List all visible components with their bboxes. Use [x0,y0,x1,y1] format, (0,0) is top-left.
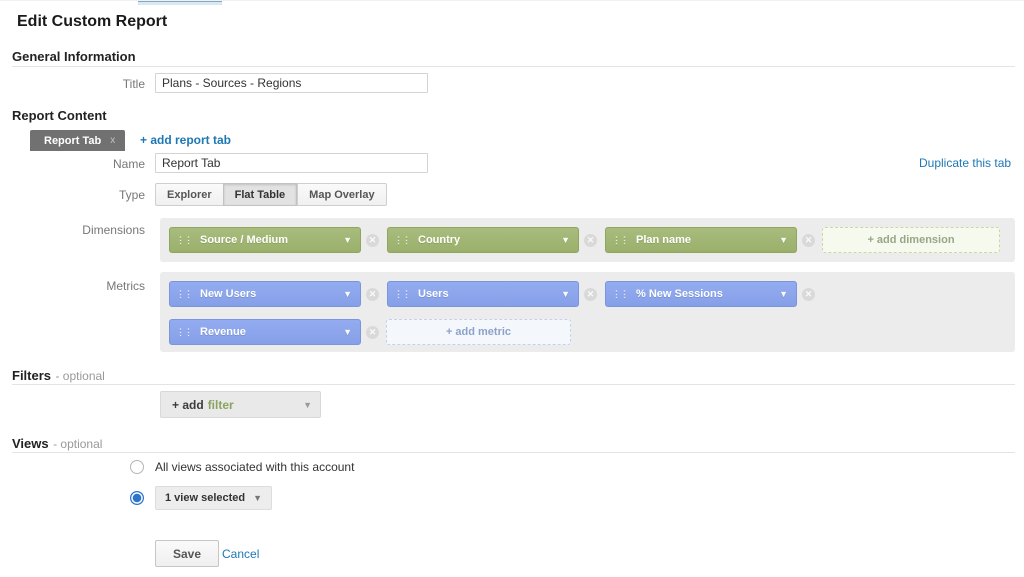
type-option-explorer[interactable]: Explorer [155,183,223,206]
tab-report-tab[interactable]: Report Tab x [30,130,125,151]
drag-handle-icon[interactable]: ⋮⋮ [394,290,410,299]
chevron-down-icon[interactable]: ▼ [343,235,352,245]
add-filter-button[interactable]: + add filter ▼ [160,391,321,418]
chevron-down-icon: ▼ [253,493,262,503]
chip-label: Source / Medium [200,234,337,246]
radio-selected-views[interactable] [130,491,144,505]
title-input[interactable] [155,73,428,93]
chip-label: Plan name [636,234,773,246]
metric-chip-new-users[interactable]: ⋮⋮ New Users ▼ [169,281,361,307]
top-divider [0,0,1024,1]
filters-heading: Filters [12,368,51,383]
remove-icon[interactable]: ✕ [366,326,379,339]
views-option-selected-row [130,491,144,505]
add-report-tab-link[interactable]: + add report tab [140,133,231,147]
chevron-down-icon[interactable]: ▼ [343,289,352,299]
remove-icon[interactable]: ✕ [584,234,597,247]
drag-handle-icon[interactable]: ⋮⋮ [612,236,628,245]
add-filter-word: filter [208,398,234,412]
type-label: Type [0,188,145,202]
chevron-down-icon[interactable]: ▼ [561,235,570,245]
views-heading: Views [12,436,49,451]
chevron-down-icon[interactable]: ▼ [779,289,788,299]
dimension-chip-country[interactable]: ⋮⋮ Country ▼ [387,227,579,253]
dimensions-tray: ⋮⋮ Source / Medium ▼ ✕ ⋮⋮ Country ▼ ✕ ⋮⋮… [160,218,1015,262]
name-input[interactable] [155,153,428,173]
general-information-heading: General Information [12,49,136,64]
dimension-chip-plan-name[interactable]: ⋮⋮ Plan name ▼ [605,227,797,253]
filters-optional-label: - optional [55,369,104,383]
drag-handle-icon[interactable]: ⋮⋮ [394,236,410,245]
section-divider [12,66,1015,67]
title-label: Title [0,77,145,91]
metrics-label: Metrics [0,279,145,293]
remove-icon[interactable]: ✕ [366,234,379,247]
section-divider [12,452,1015,453]
duplicate-tab-link[interactable]: Duplicate this tab [919,156,1011,170]
remove-icon[interactable]: ✕ [584,288,597,301]
views-heading-row: Views - optional [12,435,102,453]
chip-label: Users [418,288,555,300]
chevron-down-icon: ▼ [303,400,312,410]
add-dimension-button[interactable]: + add dimension [822,227,1000,253]
dimension-chip-source-medium[interactable]: ⋮⋮ Source / Medium ▼ [169,227,361,253]
views-option-all-label: All views associated with this account [155,460,354,474]
metric-chip-revenue[interactable]: ⋮⋮ Revenue ▼ [169,319,361,345]
views-select-button[interactable]: 1 view selected ▼ [155,486,272,510]
chevron-down-icon[interactable]: ▼ [779,235,788,245]
drag-handle-icon[interactable]: ⋮⋮ [176,236,192,245]
views-option-all-row: All views associated with this account [130,460,354,474]
page-title: Edit Custom Report [17,13,167,31]
close-icon[interactable]: x [110,135,115,146]
add-filter-prefix: + add [172,398,204,412]
radio-all-views[interactable] [130,460,144,474]
chip-label: Revenue [200,326,337,338]
metrics-tray: ⋮⋮ New Users ▼ ✕ ⋮⋮ Users ▼ ✕ ⋮⋮ % New S… [160,272,1015,352]
type-option-flat-table[interactable]: Flat Table [223,183,298,206]
drag-handle-icon[interactable]: ⋮⋮ [176,328,192,337]
dimensions-label: Dimensions [0,223,145,237]
chip-label: % New Sessions [636,288,773,300]
chip-label: New Users [200,288,337,300]
report-content-heading: Report Content [12,108,107,123]
metric-chip-users[interactable]: ⋮⋮ Users ▼ [387,281,579,307]
chevron-down-icon[interactable]: ▼ [343,327,352,337]
chevron-down-icon[interactable]: ▼ [561,289,570,299]
remove-icon[interactable]: ✕ [366,288,379,301]
section-divider [12,384,1015,385]
drag-handle-icon[interactable]: ⋮⋮ [612,290,628,299]
save-button[interactable]: Save [155,540,219,567]
remove-icon[interactable]: ✕ [802,288,815,301]
remove-icon[interactable]: ✕ [802,234,815,247]
views-optional-label: - optional [53,437,102,451]
metric-chip-percent-new-sessions[interactable]: ⋮⋮ % New Sessions ▼ [605,281,797,307]
drag-handle-icon[interactable]: ⋮⋮ [176,290,192,299]
type-option-map-overlay[interactable]: Map Overlay [297,183,386,206]
name-label: Name [0,157,145,171]
chip-label: Country [418,234,555,246]
add-metric-button[interactable]: + add metric [386,319,571,345]
report-tab-label: Report Tab [44,135,101,147]
type-selector: Explorer Flat Table Map Overlay [155,183,387,206]
views-select-label: 1 view selected [165,492,245,504]
filters-heading-row: Filters - optional [12,367,105,385]
cancel-link[interactable]: Cancel [222,547,259,561]
